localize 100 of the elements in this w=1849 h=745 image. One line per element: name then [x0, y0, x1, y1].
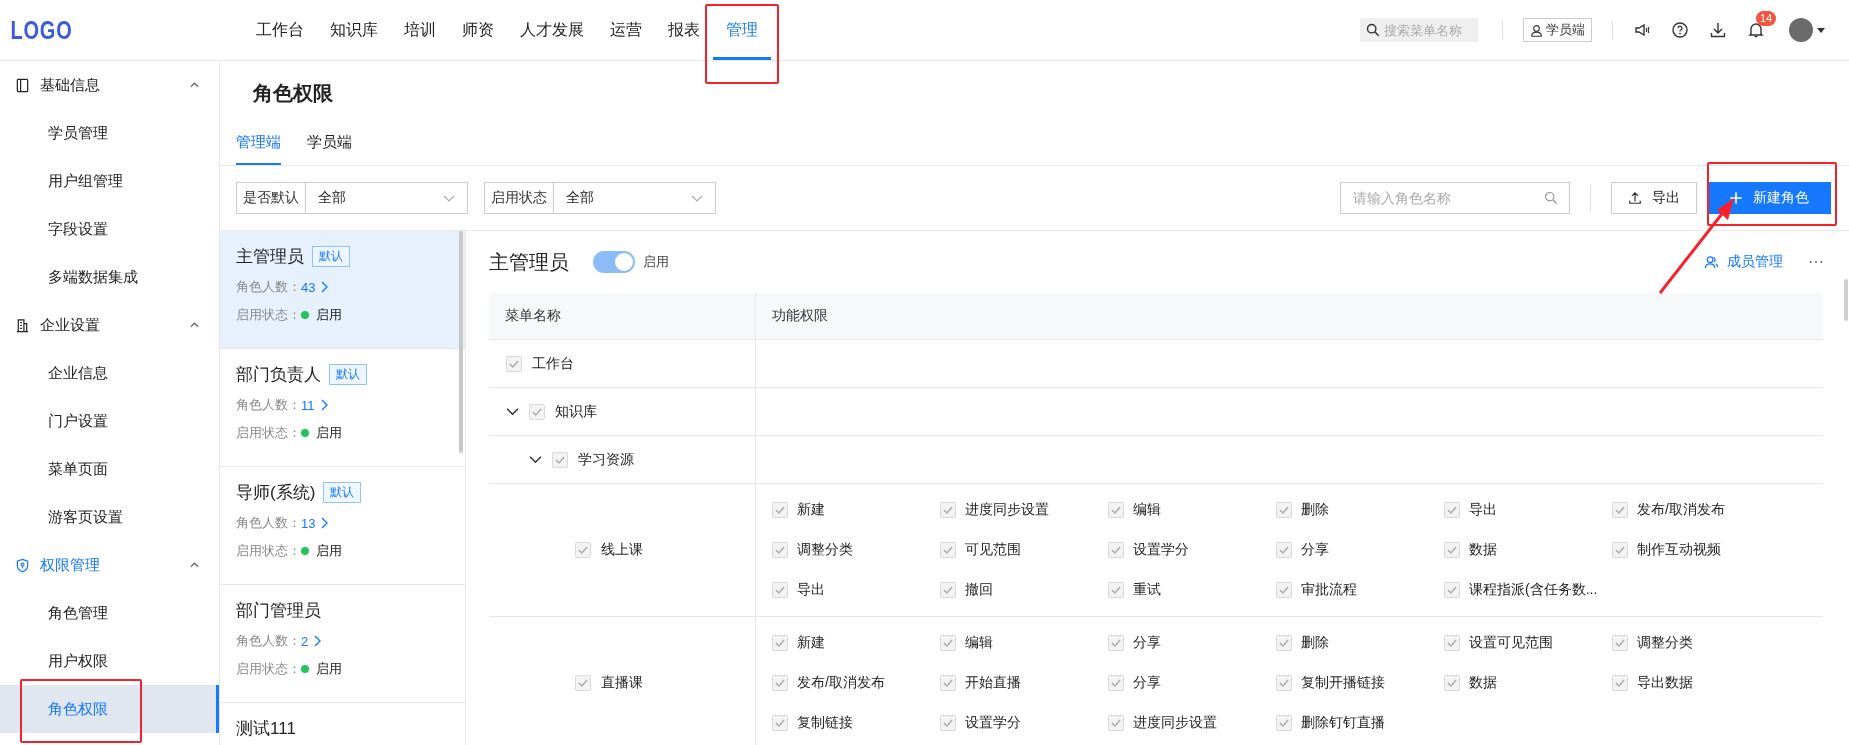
sidebar-item[interactable]: 用户组管理 [0, 157, 219, 205]
checkbox[interactable] [575, 675, 591, 691]
checkbox[interactable] [772, 502, 788, 518]
permission-label: 撤回 [965, 581, 993, 599]
checkbox[interactable] [1276, 715, 1292, 731]
more-icon[interactable] [1809, 260, 1823, 264]
filter-select[interactable]: 启用状态 全部 [484, 182, 716, 214]
chevron-down-icon[interactable] [506, 405, 519, 418]
tab[interactable]: 学员端 [307, 125, 352, 165]
sidebar-item[interactable]: 门户设置 [0, 397, 219, 445]
scrollbar-thumb[interactable] [1844, 279, 1848, 321]
avatar[interactable] [1789, 18, 1813, 42]
checkbox[interactable] [1612, 542, 1628, 558]
checkbox[interactable] [1108, 582, 1124, 598]
caret-icon[interactable] [1817, 27, 1825, 33]
checkbox[interactable] [940, 542, 956, 558]
checkbox[interactable] [552, 451, 568, 468]
sidebar-item[interactable]: 用户权限 [0, 637, 219, 685]
tab[interactable]: 管理端 [236, 125, 281, 165]
sidebar-item[interactable]: 多端数据集成 [0, 253, 219, 301]
checkbox[interactable] [1444, 502, 1460, 518]
status-label: 启用状态： [236, 306, 301, 324]
sidebar-item[interactable]: 企业信息 [0, 349, 219, 397]
checkbox[interactable] [1444, 635, 1460, 651]
sidebar-item[interactable]: 角色管理 [0, 589, 219, 637]
member-management-link[interactable]: 成员管理 [1704, 253, 1783, 271]
checkbox[interactable] [1108, 635, 1124, 651]
checkbox[interactable] [1108, 502, 1124, 518]
checkbox[interactable] [940, 635, 956, 651]
nav-tab[interactable]: 工作台 [243, 0, 317, 60]
checkbox[interactable] [1612, 502, 1628, 518]
checkbox[interactable] [772, 542, 788, 558]
checkbox[interactable] [1444, 582, 1460, 598]
role-card[interactable]: 部门管理员 角色人数：2 启用状态： 启用 [220, 585, 465, 703]
permission-label: 编辑 [1133, 501, 1161, 519]
chevron-right-icon[interactable] [320, 399, 328, 411]
member-count-link[interactable]: 11 [301, 397, 315, 413]
role-card[interactable]: 主管理员 默认 角色人数：43 启用状态： 启用 [220, 231, 465, 349]
chevron-down-icon[interactable] [529, 453, 542, 466]
new-role-button[interactable]: 新建角色 [1707, 182, 1831, 214]
checkbox[interactable] [1108, 542, 1124, 558]
sidebar-item[interactable]: 学员管理 [0, 109, 219, 157]
checkbox[interactable] [772, 635, 788, 651]
permission-label: 分享 [1301, 541, 1329, 559]
checkbox[interactable] [1276, 635, 1292, 651]
scrollbar-thumb[interactable] [459, 231, 463, 453]
sidebar-item[interactable]: 菜单页面 [0, 445, 219, 493]
student-portal-button[interactable]: 学员端 [1523, 18, 1592, 42]
status-text: 启用 [316, 306, 342, 324]
filter-select[interactable]: 是否默认 全部 [236, 182, 468, 214]
permission-label: 重试 [1133, 581, 1161, 599]
checkbox[interactable] [1444, 542, 1460, 558]
role-card[interactable]: 导师(系统) 默认 角色人数：13 启用状态： 启用 [220, 467, 465, 585]
nav-tab[interactable]: 人才发展 [507, 0, 597, 60]
nav-tab[interactable]: 培训 [391, 0, 449, 60]
help-icon[interactable] [1671, 21, 1689, 39]
enable-switch[interactable] [593, 251, 635, 273]
nav-tab[interactable]: 师资 [449, 0, 507, 60]
download-icon[interactable] [1709, 21, 1727, 39]
checkbox[interactable] [1276, 502, 1292, 518]
checkbox[interactable] [1276, 675, 1292, 691]
checkbox[interactable] [1108, 675, 1124, 691]
sidebar-group[interactable]: 企业设置 [0, 301, 219, 349]
member-count-link[interactable]: 43 [301, 279, 316, 295]
role-search-field[interactable]: 请输入角色名称 [1340, 182, 1570, 214]
checkbox[interactable] [940, 502, 956, 518]
checkbox[interactable] [1108, 715, 1124, 731]
checkbox[interactable] [940, 675, 956, 691]
checkbox[interactable] [940, 582, 956, 598]
sidebar-group[interactable]: 权限管理 [0, 541, 219, 589]
checkbox[interactable] [1612, 635, 1628, 651]
chevron-right-icon[interactable] [321, 517, 329, 529]
menu-search-field[interactable]: 搜索菜单名称 [1360, 18, 1478, 42]
sidebar-item[interactable]: 字段设置 [0, 205, 219, 253]
checkbox[interactable] [772, 582, 788, 598]
sidebar-item[interactable]: 游客页设置 [0, 493, 219, 541]
checkbox[interactable] [1612, 675, 1628, 691]
checkbox[interactable] [940, 715, 956, 731]
chevron-right-icon[interactable] [321, 281, 329, 293]
checkbox[interactable] [506, 355, 522, 372]
speaker-icon[interactable] [1633, 21, 1651, 39]
checkbox[interactable] [1276, 542, 1292, 558]
checkbox[interactable] [772, 715, 788, 731]
nav-tab[interactable]: 报表 [655, 0, 713, 60]
checkbox[interactable] [1444, 675, 1460, 691]
checkbox[interactable] [529, 403, 545, 420]
nav-tab[interactable]: 知识库 [317, 0, 391, 60]
checkbox[interactable] [1276, 582, 1292, 598]
nav-tab[interactable]: 管理 [713, 0, 771, 60]
member-count-link[interactable]: 13 [301, 515, 316, 531]
checkbox[interactable] [772, 675, 788, 691]
export-button[interactable]: 导出 [1611, 182, 1697, 214]
chevron-right-icon[interactable] [314, 635, 322, 647]
sidebar-group[interactable]: 基础信息 [0, 61, 219, 109]
role-card[interactable]: 测试111 [220, 703, 465, 745]
checkbox[interactable] [575, 542, 591, 558]
bell-icon[interactable] [1747, 21, 1765, 39]
permission-label: 数据 [1469, 674, 1497, 692]
nav-tab[interactable]: 运营 [597, 0, 655, 60]
member-count-link[interactable]: 2 [301, 633, 309, 649]
